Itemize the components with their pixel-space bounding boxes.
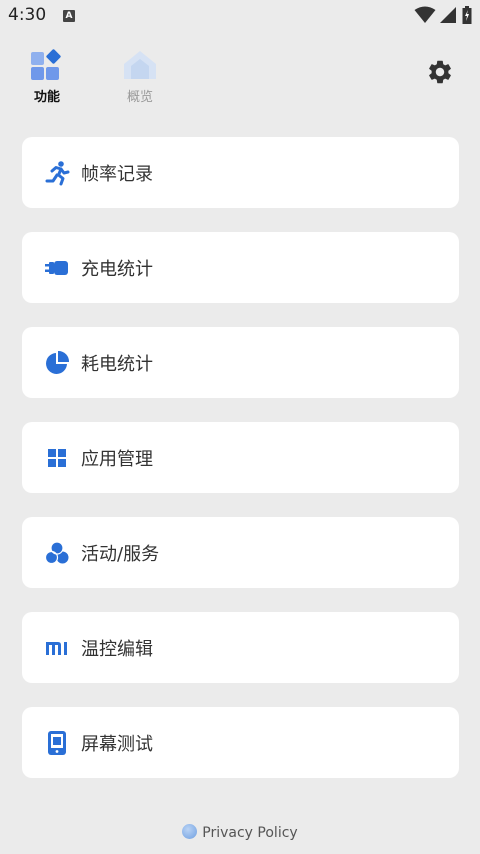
menu-item-label: 温控编辑 bbox=[81, 638, 153, 660]
tab-function-label: 功能 bbox=[33, 90, 60, 105]
charger-plug-icon bbox=[44, 255, 70, 281]
privacy-policy-link[interactable]: Privacy Policy bbox=[0, 824, 480, 841]
tab-overview-label: 概览 bbox=[126, 90, 153, 105]
menu-item-screen-test[interactable]: 屏幕测试 bbox=[22, 707, 459, 778]
feature-list: 帧率记录 充电统计 耗电统计 应用管理 活动/服务 温控编辑 屏幕测试 bbox=[22, 137, 459, 802]
cell-signal-icon bbox=[440, 7, 456, 23]
menu-item-charging-stats[interactable]: 充电统计 bbox=[22, 232, 459, 303]
three-circles-icon bbox=[44, 540, 70, 566]
grid-diamond-icon bbox=[31, 49, 61, 80]
menu-item-app-management[interactable]: 应用管理 bbox=[22, 422, 459, 493]
status-bar: 4:30 A bbox=[0, 0, 480, 32]
running-person-icon bbox=[44, 160, 70, 186]
globe-icon bbox=[182, 824, 198, 839]
menu-item-label: 帧率记录 bbox=[81, 163, 153, 185]
menu-item-thermal-edit[interactable]: 温控编辑 bbox=[22, 612, 459, 683]
top-tabs: 功能 概览 bbox=[0, 44, 480, 105]
battery-charging-icon bbox=[462, 6, 472, 24]
menu-item-label: 耗电统计 bbox=[81, 353, 153, 375]
phone-screen-icon bbox=[44, 730, 70, 756]
mi-logo-icon bbox=[44, 635, 70, 661]
status-icons bbox=[414, 6, 472, 24]
menu-item-fps-record[interactable]: 帧率记录 bbox=[22, 137, 459, 208]
wifi-icon bbox=[414, 6, 436, 23]
pie-chart-icon bbox=[44, 350, 70, 376]
notification-a-icon: A bbox=[63, 10, 75, 22]
tab-overview[interactable]: 概览 bbox=[110, 44, 170, 105]
menu-item-label: 应用管理 bbox=[81, 448, 153, 470]
status-time: 4:30 bbox=[8, 5, 47, 25]
settings-button[interactable] bbox=[426, 58, 454, 86]
privacy-policy-label: Privacy Policy bbox=[202, 825, 298, 841]
app-grid-icon bbox=[44, 445, 70, 471]
menu-item-label: 充电统计 bbox=[81, 258, 153, 280]
menu-item-label: 屏幕测试 bbox=[81, 733, 153, 755]
menu-item-activity-service[interactable]: 活动/服务 bbox=[22, 517, 459, 588]
tab-function[interactable]: 功能 bbox=[17, 44, 77, 105]
home-icon bbox=[124, 51, 156, 79]
menu-item-label: 活动/服务 bbox=[81, 543, 160, 565]
gear-icon bbox=[429, 60, 451, 84]
menu-item-power-stats[interactable]: 耗电统计 bbox=[22, 327, 459, 398]
